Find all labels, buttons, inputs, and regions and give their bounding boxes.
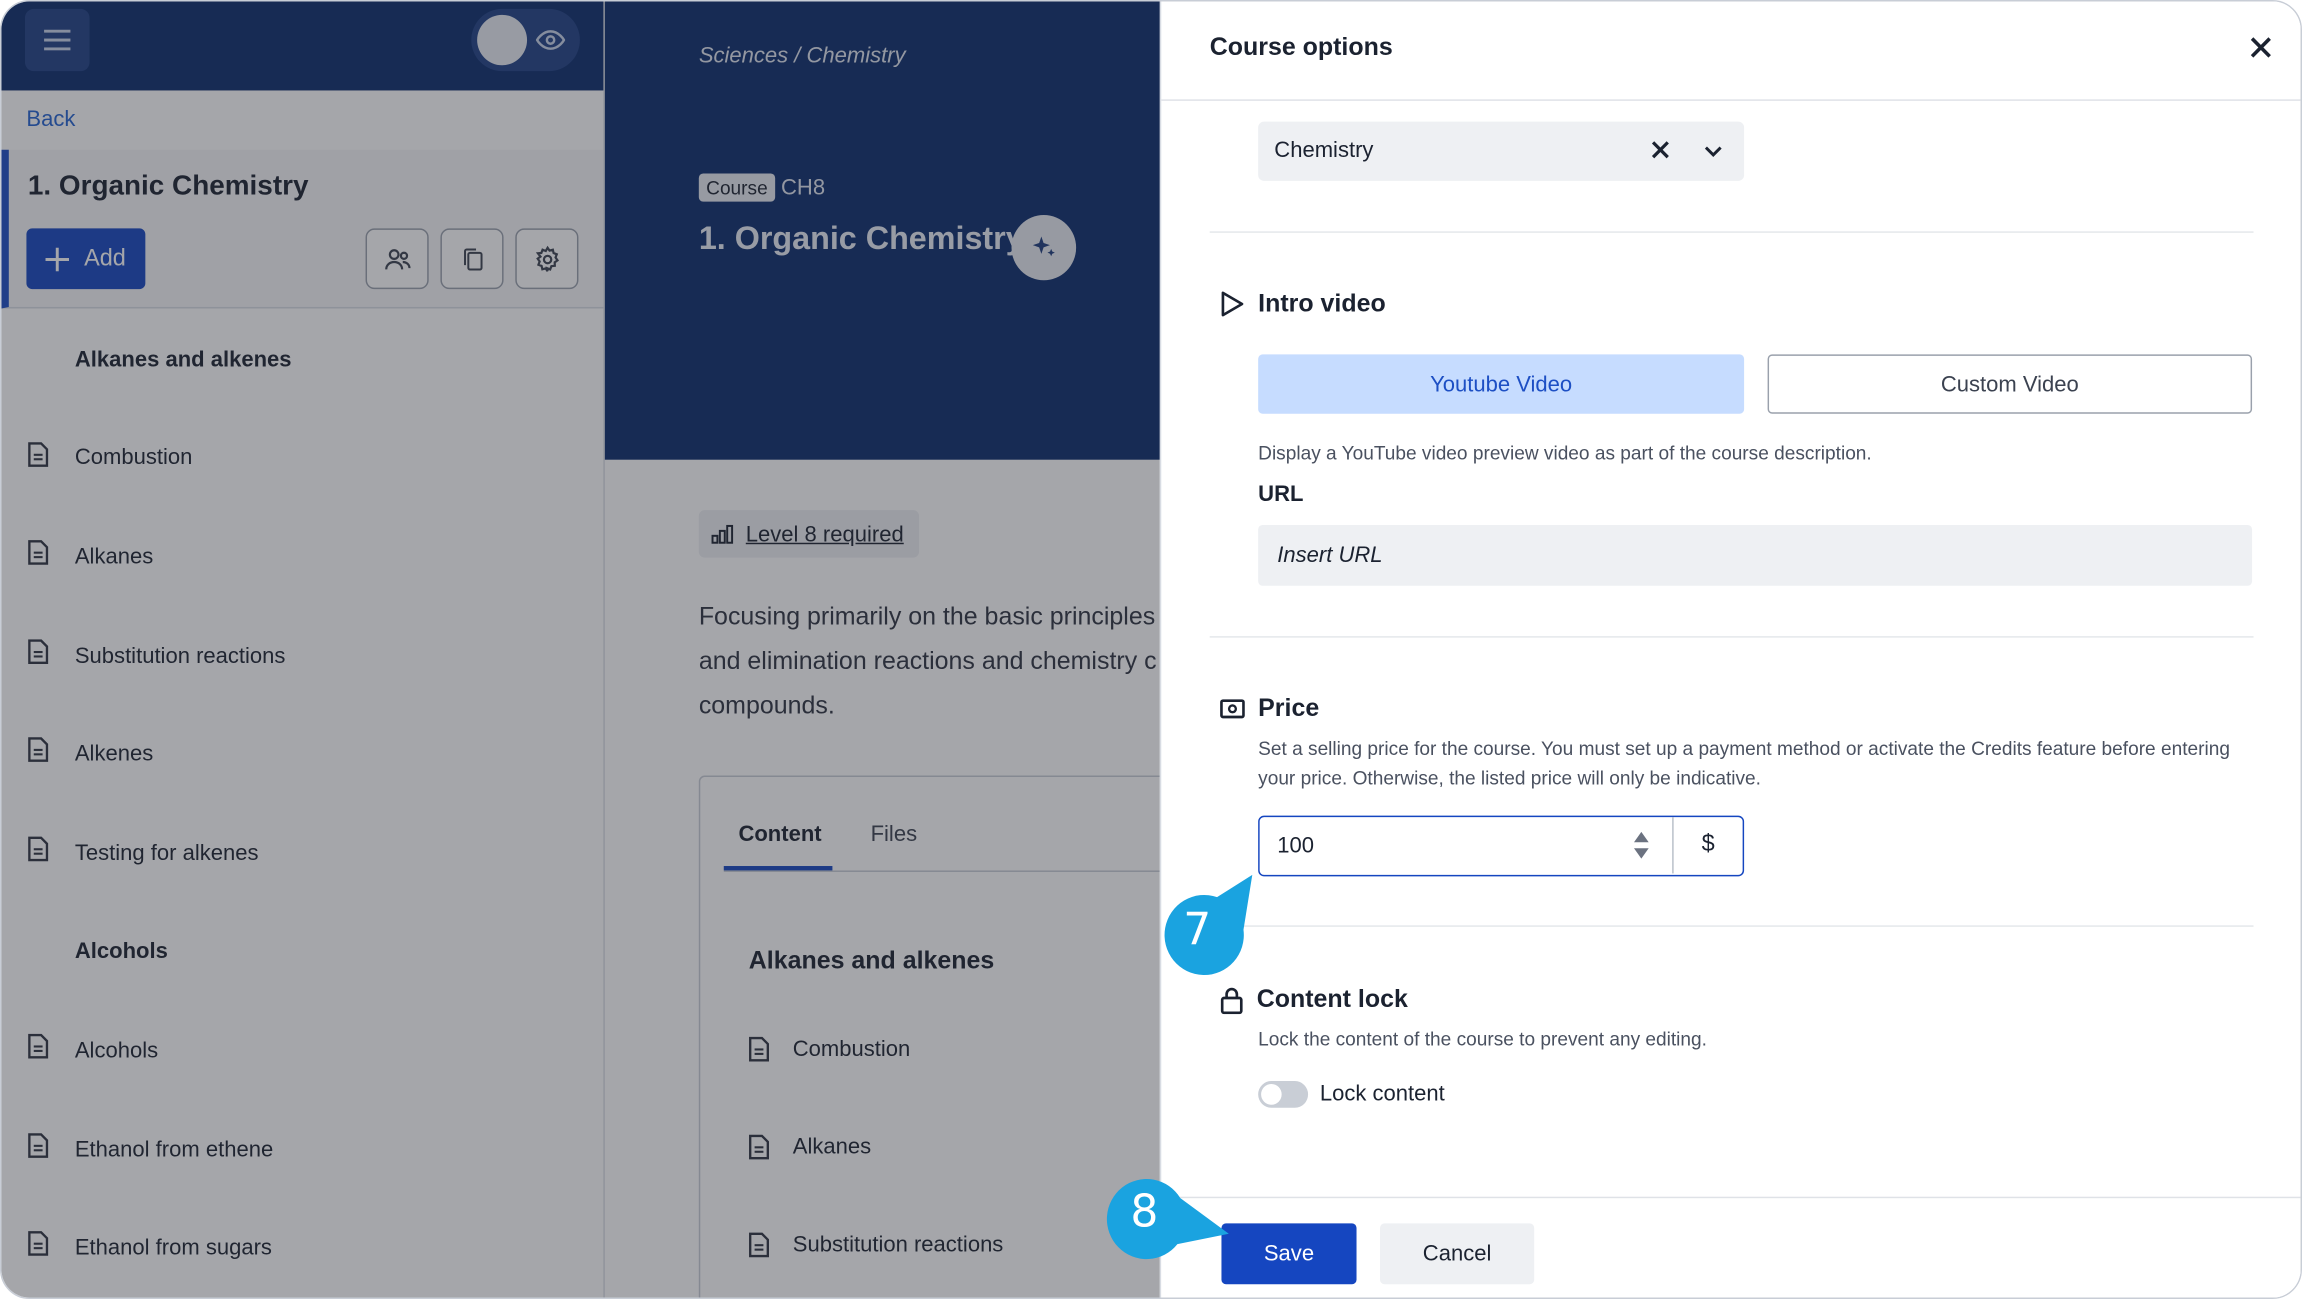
lock-content-toggle[interactable] — [1258, 1081, 1309, 1108]
modal-backdrop[interactable] — [1, 1, 1162, 1298]
intro-video-heading-text: Intro video — [1258, 289, 1386, 318]
lock-icon — [1220, 987, 1243, 1014]
price-field: $ — [1258, 815, 1745, 877]
step-number: 7 — [1183, 904, 1212, 957]
close-icon — [2250, 37, 2271, 58]
intro-video-description: Display a YouTube video preview video as… — [1258, 441, 1872, 465]
currency-label: $ — [1672, 817, 1742, 874]
step-number: 8 — [1130, 1186, 1159, 1239]
price-heading: Price — [1220, 694, 1319, 724]
url-input[interactable] — [1258, 524, 2253, 586]
callout-bubble — [1106, 1179, 1229, 1260]
url-label: URL — [1258, 481, 1304, 508]
custom-video-option[interactable]: Custom Video — [1767, 354, 2253, 414]
step-8-callout: 8 — [1104, 1171, 1236, 1260]
price-heading-text: Price — [1258, 693, 1320, 723]
banknote-icon — [1220, 699, 1245, 719]
content-lock-heading: Content lock — [1220, 985, 1408, 1015]
app-window: Back 1. Organic Chemistry Add Alkanes an… — [0, 0, 2302, 1299]
subject-select[interactable]: Chemistry — [1258, 121, 1745, 181]
section-divider — [1209, 231, 2254, 233]
content-lock-heading-text: Content lock — [1256, 984, 1408, 1013]
toggle-knob — [1261, 1083, 1282, 1105]
panel-footer: Save Cancel — [1161, 1196, 2301, 1298]
spinner-icon[interactable] — [1633, 830, 1651, 860]
course-options-panel: Course options Chemistry Intro video You… — [1159, 1, 2301, 1298]
panel-header: Course options — [1161, 1, 2301, 101]
intro-video-heading: Intro video — [1220, 289, 1386, 319]
youtube-video-option[interactable]: Youtube Video — [1258, 354, 1745, 414]
lock-content-label: Lock content — [1319, 1081, 1445, 1107]
section-divider — [1209, 636, 2254, 638]
play-icon — [1221, 291, 1244, 317]
cancel-button[interactable]: Cancel — [1380, 1223, 1535, 1285]
subject-value: Chemistry — [1274, 137, 1374, 164]
price-description: Set a selling price for the course. You … — [1258, 737, 2230, 789]
section-divider — [1209, 925, 2254, 927]
clear-icon[interactable] — [1650, 139, 1671, 160]
close-button[interactable] — [2245, 31, 2277, 64]
step-7-callout: 7 — [1158, 870, 1261, 977]
content-lock-description: Lock the content of the course to preven… — [1258, 1027, 1707, 1050]
panel-title: Course options — [1209, 32, 1393, 61]
save-button[interactable]: Save — [1221, 1223, 1357, 1285]
chevron-down-icon[interactable] — [1703, 141, 1724, 162]
price-input[interactable] — [1259, 817, 1671, 874]
